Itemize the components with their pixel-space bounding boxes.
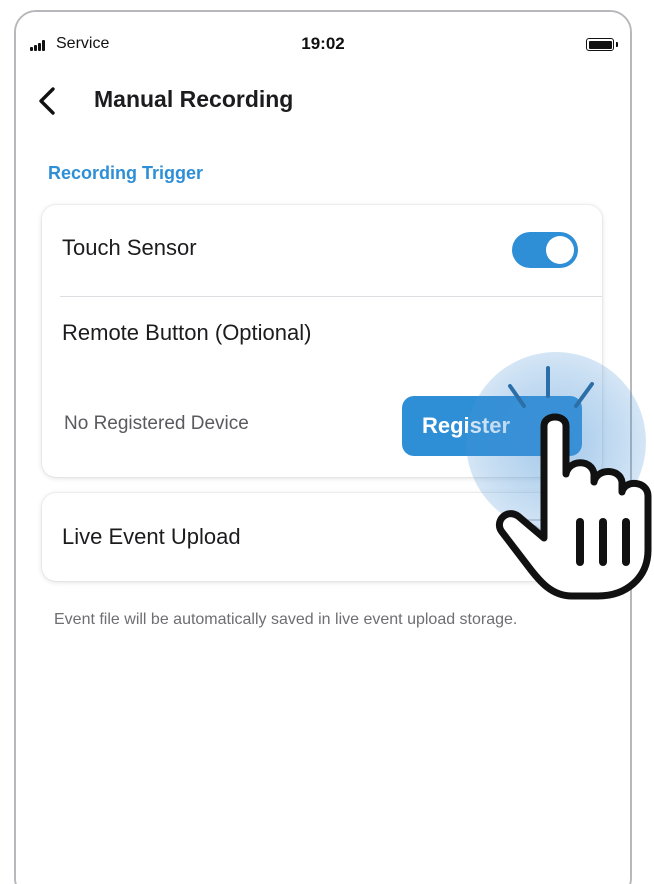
- register-button[interactable]: Register: [402, 396, 582, 456]
- phone-frame: Service 19:02 Manual Recording Recording…: [14, 10, 632, 884]
- live-event-upload-toggle[interactable]: [512, 519, 578, 555]
- section-header: Recording Trigger: [48, 163, 204, 183]
- page-title: Manual Recording: [94, 86, 294, 112]
- toggle-knob: [517, 524, 543, 550]
- chevron-left-icon: [39, 87, 55, 115]
- divider: [60, 296, 602, 297]
- touch-sensor-label: Touch Sensor: [62, 235, 197, 260]
- settings-screen: Service 19:02 Manual Recording Recording…: [16, 12, 630, 884]
- footnote-text: Event file will be automatically saved i…: [54, 611, 518, 628]
- register-button-label: Register: [422, 413, 511, 438]
- battery-icon: [586, 38, 618, 51]
- status-bar: Service 19:02: [16, 12, 630, 68]
- chevron-right-icon: [549, 417, 559, 435]
- live-event-upload-card: Live Event Upload: [42, 493, 602, 581]
- touch-sensor-toggle[interactable]: [512, 232, 578, 268]
- remote-device-status: No Registered Device: [64, 413, 249, 434]
- recording-trigger-card: Touch Sensor Remote Button (Optional) No…: [42, 205, 602, 477]
- status-time: 19:02: [301, 34, 345, 53]
- live-event-upload-label: Live Event Upload: [62, 524, 241, 549]
- remote-button-label: Remote Button (Optional): [62, 320, 312, 345]
- toggle-knob: [546, 236, 574, 264]
- back-button[interactable]: [30, 84, 64, 118]
